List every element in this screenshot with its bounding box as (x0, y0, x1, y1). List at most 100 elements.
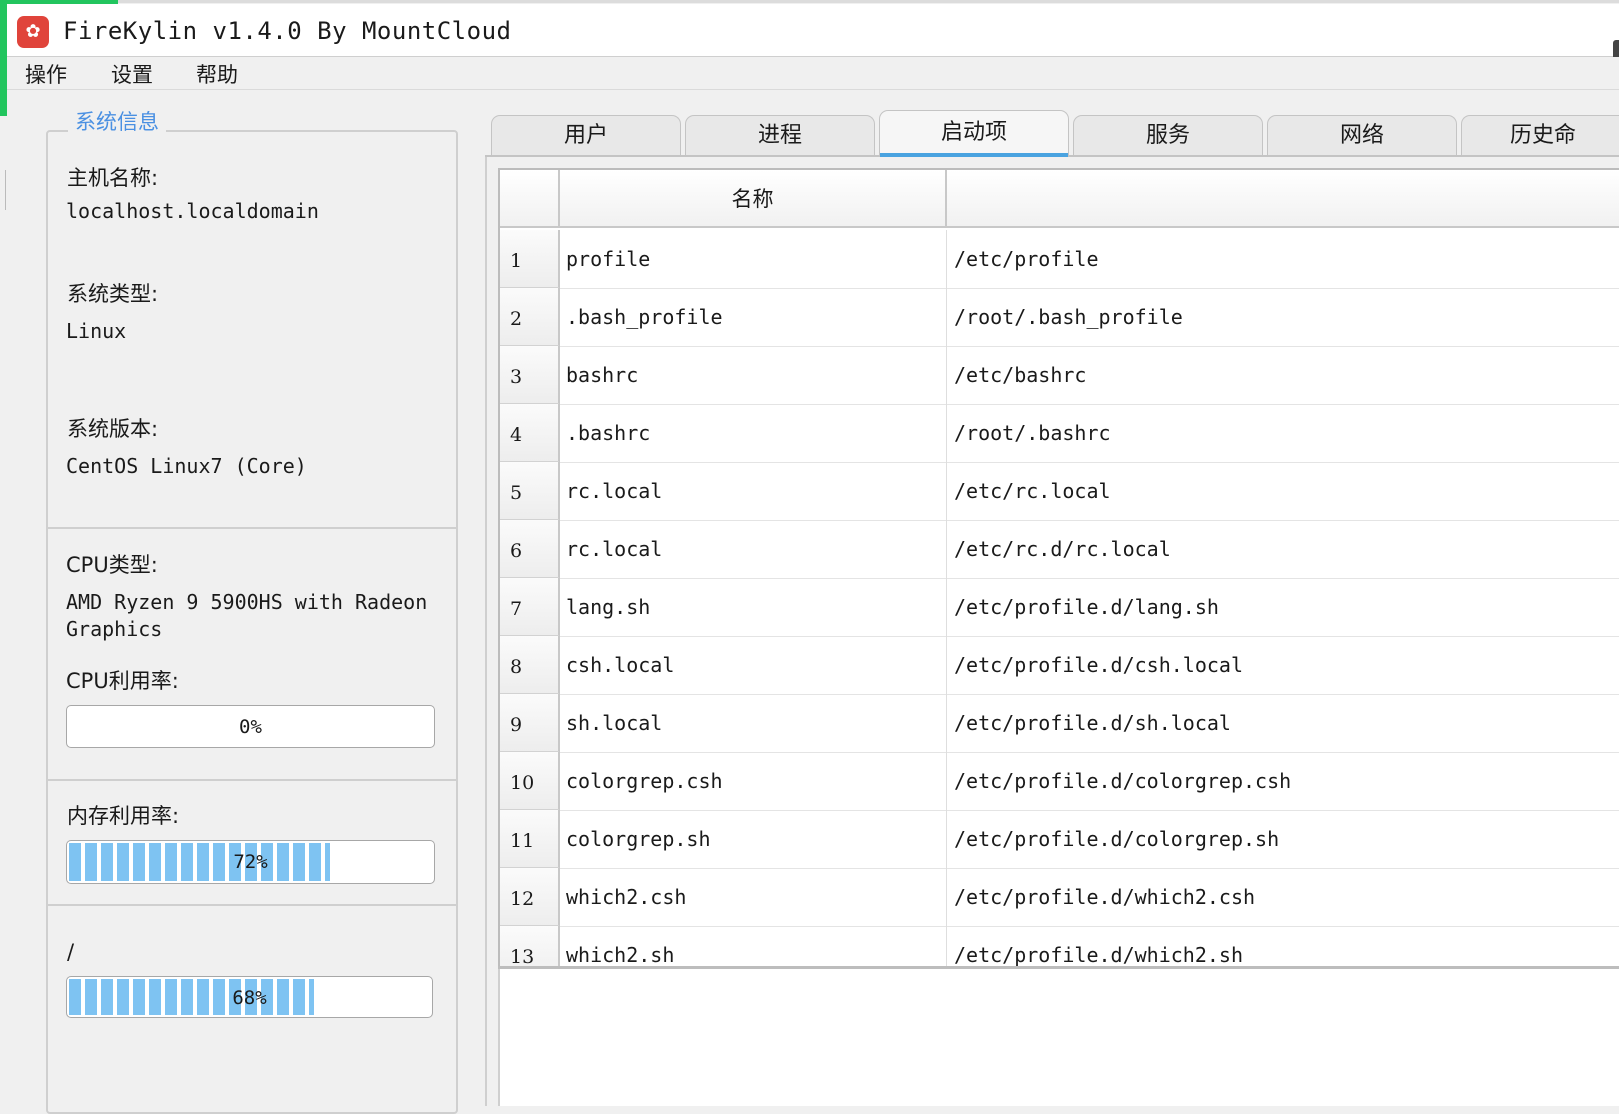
column-separator (946, 288, 947, 346)
memory-usage-bar: 72% (66, 840, 435, 884)
tab-content-border (485, 155, 487, 1106)
table-row[interactable]: 9 sh.local/etc/profile.d/sh.local (500, 694, 1619, 753)
cpu-type-label: CPU类型: (66, 553, 158, 577)
cell-name: lang.sh (566, 595, 651, 619)
sysinfo-panel-title: 系统信息 (68, 106, 166, 136)
table-row[interactable]: 10 colorgrep.csh/etc/profile.d/colorgrep.… (500, 752, 1619, 811)
column-header-path[interactable] (947, 170, 1619, 228)
cell-path: /root/.bashrc (954, 421, 1111, 445)
cpu-type-value-line2: Graphics (66, 617, 163, 641)
hostname-value: localhost.localdomain (66, 199, 319, 223)
hostname-label: 主机名称: (67, 166, 159, 190)
column-separator (946, 520, 947, 578)
menu-bar: 操作 设置 帮助 (7, 57, 1619, 90)
cell-path: /root/.bash_profile (954, 305, 1183, 329)
cell-path: /etc/profile (954, 247, 1099, 271)
startup-items-table: 名称 1 profile/etc/profile 2 .bash_profile/ro… (498, 168, 1619, 985)
table-row[interactable]: 4 .bashrc/root/.bashrc (500, 404, 1619, 463)
row-number: 4 (500, 404, 560, 462)
table-header: 名称 (500, 170, 1619, 230)
row-number: 7 (500, 578, 560, 636)
table-corner-header (500, 170, 560, 228)
table-row[interactable]: 2 .bash_profile/root/.bash_profile (500, 288, 1619, 347)
table-row[interactable]: 7 lang.sh/etc/profile.d/lang.sh (500, 578, 1619, 637)
panel-separator (46, 779, 456, 781)
table-row[interactable]: 11 colorgrep.sh/etc/profile.d/colorgrep.s… (500, 810, 1619, 869)
row-number: 5 (500, 462, 560, 520)
ostype-label: 系统类型: (67, 282, 159, 306)
cell-path: /etc/profile.d/sh.local (954, 711, 1231, 735)
memory-usage-text: 72% (233, 851, 268, 873)
table-row[interactable]: 8 csh.local/etc/profile.d/csh.local (500, 636, 1619, 695)
tab-network[interactable]: 网络 (1267, 115, 1457, 155)
row-number: 11 (500, 810, 560, 868)
disk-usage-bar: 68% (66, 976, 433, 1018)
column-separator (946, 230, 947, 288)
table-row[interactable]: 12 which2.csh/etc/profile.d/which2.csh (500, 868, 1619, 927)
cell-path: /etc/profile.d/csh.local (954, 653, 1243, 677)
tab-history[interactable]: 历史命 (1461, 115, 1619, 155)
column-header-name[interactable]: 名称 (560, 170, 947, 228)
cell-name: csh.local (566, 653, 675, 677)
row-number: 1 (500, 230, 560, 288)
row-number: 8 (500, 636, 560, 694)
row-number: 10 (500, 752, 560, 810)
disk-mount-label: / (67, 940, 75, 964)
tab-processes[interactable]: 进程 (685, 115, 875, 155)
cpu-type-value-line1: AMD Ryzen 9 5900HS with Radeon (66, 590, 428, 614)
row-number: 6 (500, 520, 560, 578)
osver-label: 系统版本: (67, 417, 159, 441)
top-strip (118, 0, 1619, 3)
table-row[interactable]: 3 bashrc/etc/bashrc (500, 346, 1619, 405)
disk-usage-text: 68% (232, 987, 267, 1009)
cell-name: rc.local (566, 479, 663, 503)
column-separator (946, 462, 947, 520)
row-number: 3 (500, 346, 560, 404)
cell-name: bashrc (566, 363, 639, 387)
column-separator (946, 868, 947, 926)
column-separator (946, 578, 947, 636)
cell-name: rc.local (566, 537, 663, 561)
tab-startup-items-label: 启动项 (940, 120, 1007, 145)
cell-name: colorgrep.csh (566, 769, 723, 793)
cell-name: sh.local (566, 711, 663, 735)
menu-item-operate[interactable]: 操作 (25, 59, 67, 89)
cell-name: profile (566, 247, 651, 271)
cell-name: .bashrc (566, 421, 651, 445)
cell-path: /etc/rc.local (954, 479, 1111, 503)
table-row[interactable]: 6 rc.local/etc/rc.d/rc.local (500, 520, 1619, 579)
cell-name: colorgrep.sh (566, 827, 711, 851)
title-bar[interactable]: ✿ FireKylin v1.4.0 By MountCloud (7, 4, 1619, 57)
tab-services[interactable]: 服务 (1073, 115, 1263, 155)
cell-path: /etc/profile.d/colorgrep.sh (954, 827, 1280, 851)
menu-item-settings[interactable]: 设置 (111, 59, 153, 89)
osver-value: CentOS Linux7 (Core) (66, 454, 307, 478)
panel-separator (46, 527, 456, 529)
cell-path: /etc/profile.d/lang.sh (954, 595, 1219, 619)
column-separator (946, 636, 947, 694)
table-row[interactable]: 1 profile/etc/profile (500, 230, 1619, 289)
cpu-usage-bar: 0% (66, 705, 435, 748)
app-logo-icon: ✿ (17, 16, 49, 48)
table-row[interactable]: 5 rc.local/etc/rc.local (500, 462, 1619, 521)
window-title: FireKylin v1.4.0 By MountCloud (63, 17, 512, 45)
ostype-value: Linux (66, 319, 127, 343)
active-tab-indicator (880, 153, 1068, 157)
row-number: 12 (500, 868, 560, 926)
cell-path: /etc/profile.d/which2.csh (954, 885, 1256, 909)
row-number: 9 (500, 694, 560, 752)
detail-area (498, 969, 1619, 1106)
column-separator (946, 694, 947, 752)
row-number: 2 (500, 288, 560, 346)
tab-users[interactable]: 用户 (491, 115, 681, 155)
column-separator (946, 752, 947, 810)
menu-item-help[interactable]: 帮助 (196, 59, 238, 89)
tab-startup-items[interactable]: 启动项 (879, 110, 1069, 157)
column-separator (946, 346, 947, 404)
cell-name: which2.csh (566, 885, 687, 909)
cell-path: /etc/profile.d/colorgrep.csh (954, 769, 1292, 793)
panel-separator (46, 904, 456, 906)
window-edge-accent (0, 0, 7, 116)
left-divider (5, 170, 6, 210)
column-separator (946, 810, 947, 868)
